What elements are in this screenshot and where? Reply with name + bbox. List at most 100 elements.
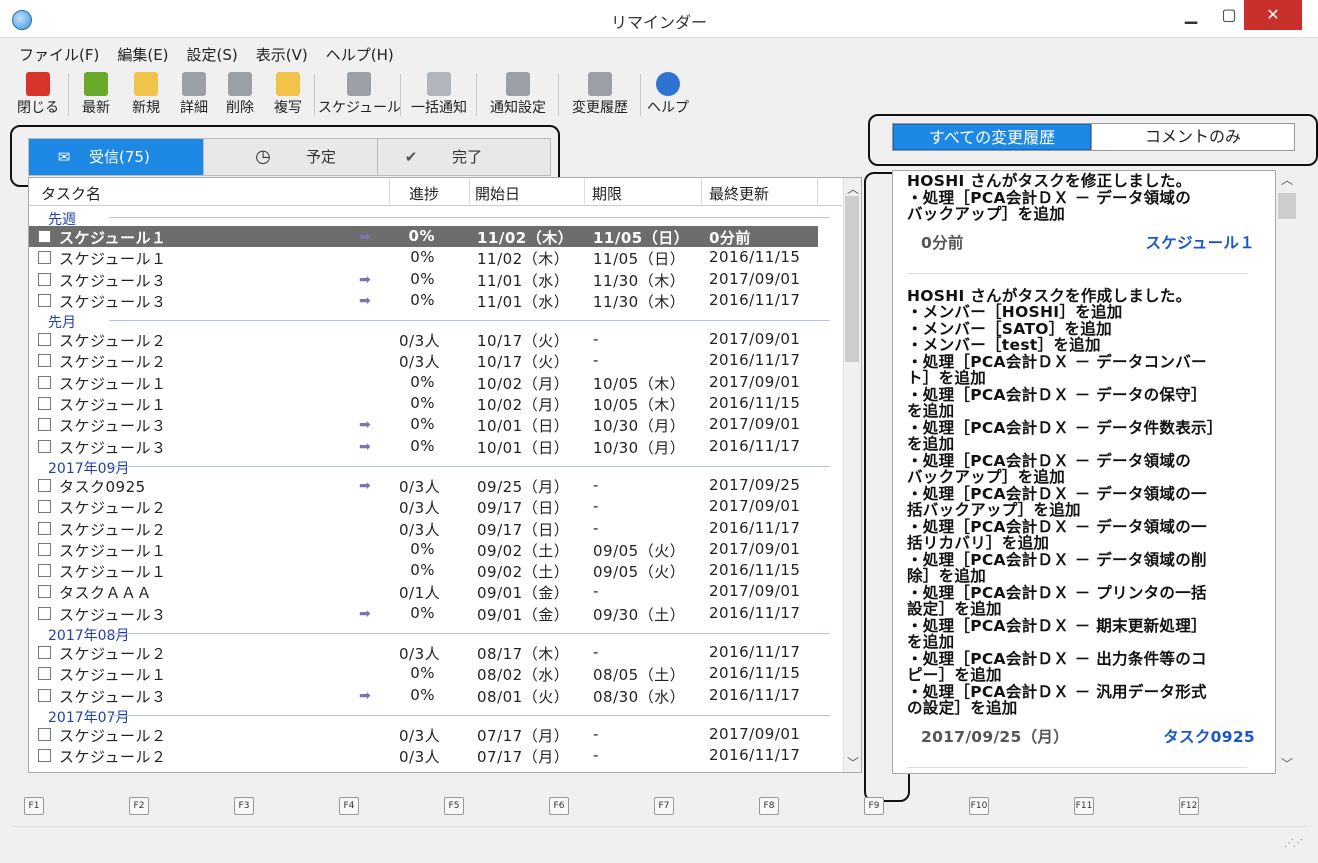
toolbar-button-mail[interactable]: 一括通知 <box>404 70 474 120</box>
row-checkbox[interactable] <box>38 354 51 368</box>
forward-arrow-icon: ➡ <box>359 417 372 434</box>
table-row[interactable]: スケジュール１ 0% 09/02（土） 09/05（火） 2017/09/01 <box>29 539 842 560</box>
history-task-link[interactable]: タスク0925 <box>1163 728 1255 746</box>
toolbar-button-calendar[interactable]: スケジュール <box>318 70 401 120</box>
scroll-up-icon[interactable]: ︿ <box>1278 171 1296 188</box>
row-checkbox[interactable] <box>38 667 51 681</box>
table-row[interactable]: スケジュール２ 0/3人 07/17（月） - 2017/09/01 <box>29 724 842 745</box>
column-header-start[interactable]: 開始日 <box>475 183 520 204</box>
task-progress: 0% <box>410 603 435 622</box>
menu-item[interactable]: 表示(V) <box>247 40 317 69</box>
row-checkbox[interactable] <box>38 727 51 741</box>
table-row[interactable]: スケジュール１ 0% 10/02（月） 10/05（木） 2016/11/15 <box>29 393 842 414</box>
menu-item[interactable]: ヘルプ(H) <box>317 40 403 69</box>
toolbar-button-delete-doc[interactable]: 削除 <box>218 70 262 120</box>
table-row[interactable]: スケジュール３ ➡ 0% 11/01（水） 11/30（木） 2016/11/17 <box>29 290 842 311</box>
fkey-f9[interactable]: F9 <box>864 797 884 815</box>
table-row[interactable]: スケジュール１ 0% 10/02（月） 10/05（木） 2017/09/01 <box>29 372 842 393</box>
menu-item[interactable]: 編集(E) <box>108 40 177 69</box>
row-checkbox[interactable] <box>38 688 51 702</box>
task-updated: 2016/11/17 <box>709 290 801 309</box>
row-checkbox[interactable] <box>38 500 51 514</box>
task-name: スケジュール１ <box>59 250 167 269</box>
toolbar-button-refresh[interactable]: 最新 <box>74 70 118 120</box>
history-entry: HOSHI さんがタスクを作成しました。 ・メンバー［HOSHI］を追加 ・メンバー… <box>893 287 1275 759</box>
column-header-name[interactable]: タスク名 <box>41 183 101 204</box>
task-updated: 2016/11/15 <box>709 664 801 683</box>
close-window-button[interactable]: ✕ <box>1244 0 1302 30</box>
history-task-link[interactable]: スケジュール１ <box>1145 234 1255 252</box>
table-row[interactable]: スケジュール２ 0/3人 10/17（火） - 2016/11/17 <box>29 350 842 371</box>
task-progress: 0% <box>410 685 435 704</box>
row-checkbox[interactable] <box>38 418 51 432</box>
toolbar-button-checklist[interactable]: 通知設定 <box>480 70 556 120</box>
table-row[interactable]: スケジュール２ 0/3人 07/17（月） - 2016/11/17 <box>29 745 842 766</box>
row-checkbox[interactable] <box>38 397 51 411</box>
fkey-f4[interactable]: F4 <box>339 797 359 815</box>
table-row[interactable]: スケジュール３ ➡ 0% 11/01（水） 11/30（木） 2017/09/01 <box>29 269 842 290</box>
table-row[interactable]: スケジュール３ ➡ 0% 08/01（火） 08/30（水） 2016/11/17 <box>29 685 842 706</box>
table-row[interactable]: スケジュール１ 0% 09/02（土） 09/05（火） 2016/11/15 <box>29 560 842 581</box>
row-checkbox[interactable] <box>38 749 51 763</box>
history-scroll-thumb[interactable] <box>1278 193 1296 219</box>
row-checkbox[interactable] <box>38 333 51 347</box>
table-row[interactable]: スケジュール３ ➡ 0% 10/01（日） 10/30（月） 2017/09/01 <box>29 414 842 435</box>
table-row[interactable]: タスク0925 ➡ 0/3人 09/25（月） - 2017/09/25 <box>29 475 842 496</box>
fkey-f11[interactable]: F11 <box>1074 797 1094 815</box>
table-row[interactable]: スケジュール２ 0/3人 09/17（日） - 2017/09/01 <box>29 496 842 517</box>
fkey-f2[interactable]: F2 <box>129 797 149 815</box>
row-checkbox[interactable] <box>38 230 51 243</box>
row-checkbox[interactable] <box>38 439 51 453</box>
row-checkbox[interactable] <box>38 646 51 660</box>
row-checkbox[interactable] <box>38 293 51 307</box>
fkey-f5[interactable]: F5 <box>444 797 464 815</box>
task-start-date: 10/17（火） <box>477 332 570 351</box>
list-scroll-thumb[interactable] <box>845 196 859 362</box>
table-row[interactable]: スケジュール３ ➡ 0% 09/01（金） 09/30（土） 2016/11/17 <box>29 603 842 624</box>
toolbar-button-new-doc[interactable]: 新規 <box>124 70 168 120</box>
toolbar-button-detail[interactable]: 詳細 <box>172 70 216 120</box>
table-row[interactable]: スケジュール１ ➡ 0% 11/02（木） 11/05（日） 0分前 <box>29 226 818 248</box>
menu-item[interactable]: 設定(S) <box>178 40 247 69</box>
row-checkbox[interactable] <box>38 564 51 578</box>
table-row[interactable]: スケジュール１ 0% 11/02（木） 11/05（日） 2016/11/15 <box>29 247 842 268</box>
row-checkbox[interactable] <box>38 606 51 620</box>
row-checkbox[interactable] <box>38 251 51 265</box>
history-scrollbar[interactable]: ︿ ﹀ <box>1278 171 1296 774</box>
fkey-f10[interactable]: F10 <box>969 797 989 815</box>
row-checkbox[interactable] <box>38 521 51 535</box>
fkey-f1[interactable]: F1 <box>24 797 44 815</box>
row-checkbox[interactable] <box>38 375 51 389</box>
table-row[interactable]: スケジュール２ 0/3人 08/17（木） - 2016/11/17 <box>29 642 842 663</box>
menu-item[interactable]: ファイル(F) <box>10 40 108 69</box>
column-header-progress[interactable]: 進捗 <box>409 183 439 204</box>
scroll-down-icon[interactable]: ﹀ <box>844 754 862 771</box>
row-checkbox[interactable] <box>38 272 51 286</box>
scroll-up-icon[interactable]: ︿ <box>844 180 862 197</box>
fkey-f3[interactable]: F3 <box>234 797 254 815</box>
table-row[interactable]: スケジュール２ 0/3人 09/17（日） - 2016/11/17 <box>29 518 842 539</box>
table-row[interactable]: スケジュール３ ➡ 0% 10/01（日） 10/30（月） 2016/11/17 <box>29 436 842 457</box>
toolbar-button-help[interactable]: ヘルプ <box>644 70 692 120</box>
forward-arrow-icon: ➡ <box>359 229 372 245</box>
table-row[interactable]: スケジュール２ 0/3人 10/17（火） - 2017/09/01 <box>29 329 842 350</box>
table-row[interactable]: スケジュール１ 0% 08/02（水） 08/05（土） 2016/11/15 <box>29 663 842 684</box>
table-row[interactable]: タスクＡＡＡ 0/1人 09/01（金） - 2017/09/01 <box>29 581 842 602</box>
toolbar-button-history[interactable]: 変更履歴 <box>562 70 638 120</box>
resize-grip-icon[interactable]: ⋰⋰ <box>1284 838 1303 849</box>
fkey-f7[interactable]: F7 <box>654 797 674 815</box>
scroll-down-icon[interactable]: ﹀ <box>1278 755 1296 772</box>
column-header-updated[interactable]: 最終更新 <box>709 183 769 204</box>
column-header-due[interactable]: 期限 <box>592 183 622 204</box>
toolbar-button-copy[interactable]: 複写 <box>266 70 310 120</box>
row-checkbox[interactable] <box>38 478 51 492</box>
row-checkbox[interactable] <box>38 542 51 556</box>
row-checkbox[interactable] <box>38 585 51 599</box>
fkey-f6[interactable]: F6 <box>549 797 569 815</box>
task-start-date: 09/17（日） <box>477 520 570 539</box>
task-start-date: 09/25（月） <box>477 477 570 496</box>
forward-arrow-icon: ➡ <box>359 438 372 455</box>
toolbar-button-close[interactable]: 閉じる <box>14 70 62 120</box>
fkey-f8[interactable]: F8 <box>759 797 779 815</box>
fkey-f12[interactable]: F12 <box>1179 797 1199 815</box>
